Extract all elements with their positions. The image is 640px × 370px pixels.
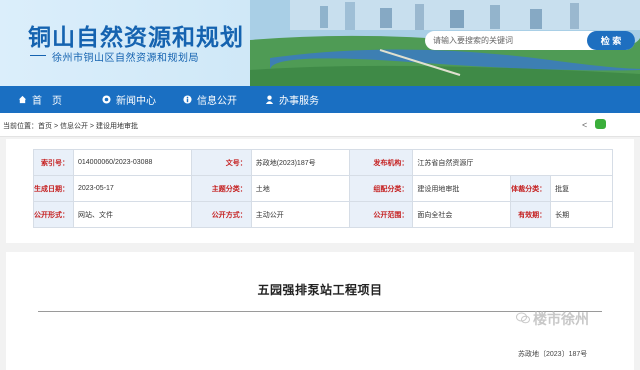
topic-value: 土地 <box>250 175 350 202</box>
news-icon <box>102 95 111 104</box>
index-no-label: 索引号： <box>33 149 74 176</box>
nav-label: 新闻中心 <box>116 96 156 107</box>
validity-label: 有效期： <box>510 201 552 228</box>
table-row: 索引号： 014000060/2023-03088 文号： 苏政地(2023)1… <box>33 149 613 176</box>
header-banner: 铜山自然资源和规划 徐州市铜山区自然资源和规划局 检 索 <box>0 0 640 86</box>
nav-label: 信息公开 <box>197 96 237 107</box>
validity-value: 长期 <box>550 201 613 228</box>
breadcrumb[interactable]: 当前位置：首页 > 信息公开 > 建设用地审批 <box>3 121 138 131</box>
mode-value: 主动公开 <box>250 201 350 228</box>
home-icon <box>18 95 27 104</box>
index-no-value: 014000060/2023-03088 <box>73 149 192 176</box>
genre-value: 批复 <box>550 175 613 202</box>
subtitle-divider <box>30 55 46 56</box>
mode-label: 公开方式： <box>190 201 252 228</box>
nav-item-service[interactable]: 办事服务 <box>265 86 319 113</box>
main-nav: 首 页 新闻中心 信息公开 办事服务 <box>0 86 640 113</box>
form-label: 公开形式： <box>33 201 74 228</box>
search-button[interactable]: 检 索 <box>587 31 635 50</box>
doc-no-value: 苏政地(2023)187号 <box>250 149 350 176</box>
scope-value: 面向全社会 <box>412 201 512 228</box>
topic-label: 主题分类： <box>190 175 252 202</box>
issuer-value: 江苏省自然资源厅 <box>412 149 613 176</box>
service-icon <box>265 95 274 104</box>
site-subtitle: 徐州市铜山区自然资源和规划局 <box>52 53 199 64</box>
article-title: 五园强排泵站工程项目 <box>257 283 383 297</box>
nav-item-home[interactable]: 首 页 <box>18 86 84 113</box>
nav-item-info[interactable]: 信息公开 <box>183 86 237 113</box>
nav-label: 首 页 <box>32 96 62 107</box>
article-doc-no: 苏政地〔2023〕187号 <box>518 351 588 358</box>
watermark: 楼市徐州 <box>533 311 589 327</box>
org-value: 建设用地审批 <box>412 175 512 202</box>
share-icon[interactable]: < <box>582 120 587 130</box>
issuer-label: 发布机构： <box>348 149 414 176</box>
genre-label: 体裁分类： <box>510 175 552 202</box>
date-value: 2023-05-17 <box>73 175 192 202</box>
site-title: 铜山自然资源和规划 <box>28 25 244 51</box>
article-body: 五园强排泵站工程项目 楼市徐州 苏政地〔2023〕187号 <box>6 252 634 370</box>
doc-no-label: 文号： <box>190 149 252 176</box>
table-row: 生成日期： 2023-05-17 主题分类： 土地 组配分类： 建设用地审批 体… <box>33 175 613 202</box>
nav-item-news[interactable]: 新闻中心 <box>102 86 156 113</box>
wechat-watermark-icon <box>516 312 530 324</box>
table-row: 公开形式： 网站、文件 公开方式： 主动公开 公开范围： 面向全社会 有效期： … <box>33 201 613 228</box>
org-label: 组配分类： <box>348 175 414 202</box>
document-meta-table: 索引号： 014000060/2023-03088 文号： 苏政地(2023)1… <box>33 149 613 228</box>
wechat-share-icon[interactable] <box>595 119 606 129</box>
info-panel: 索引号： 014000060/2023-03088 文号： 苏政地(2023)1… <box>6 139 634 243</box>
nav-label: 办事服务 <box>279 96 319 107</box>
breadcrumb-bar: 当前位置：首页 > 信息公开 > 建设用地审批 < <box>0 113 640 137</box>
info-icon <box>183 95 192 104</box>
date-label: 生成日期： <box>33 175 74 202</box>
scope-label: 公开范围： <box>348 201 414 228</box>
form-value: 网站、文件 <box>73 201 192 228</box>
search-input[interactable] <box>433 34 583 47</box>
search-box: 检 索 <box>425 31 635 50</box>
